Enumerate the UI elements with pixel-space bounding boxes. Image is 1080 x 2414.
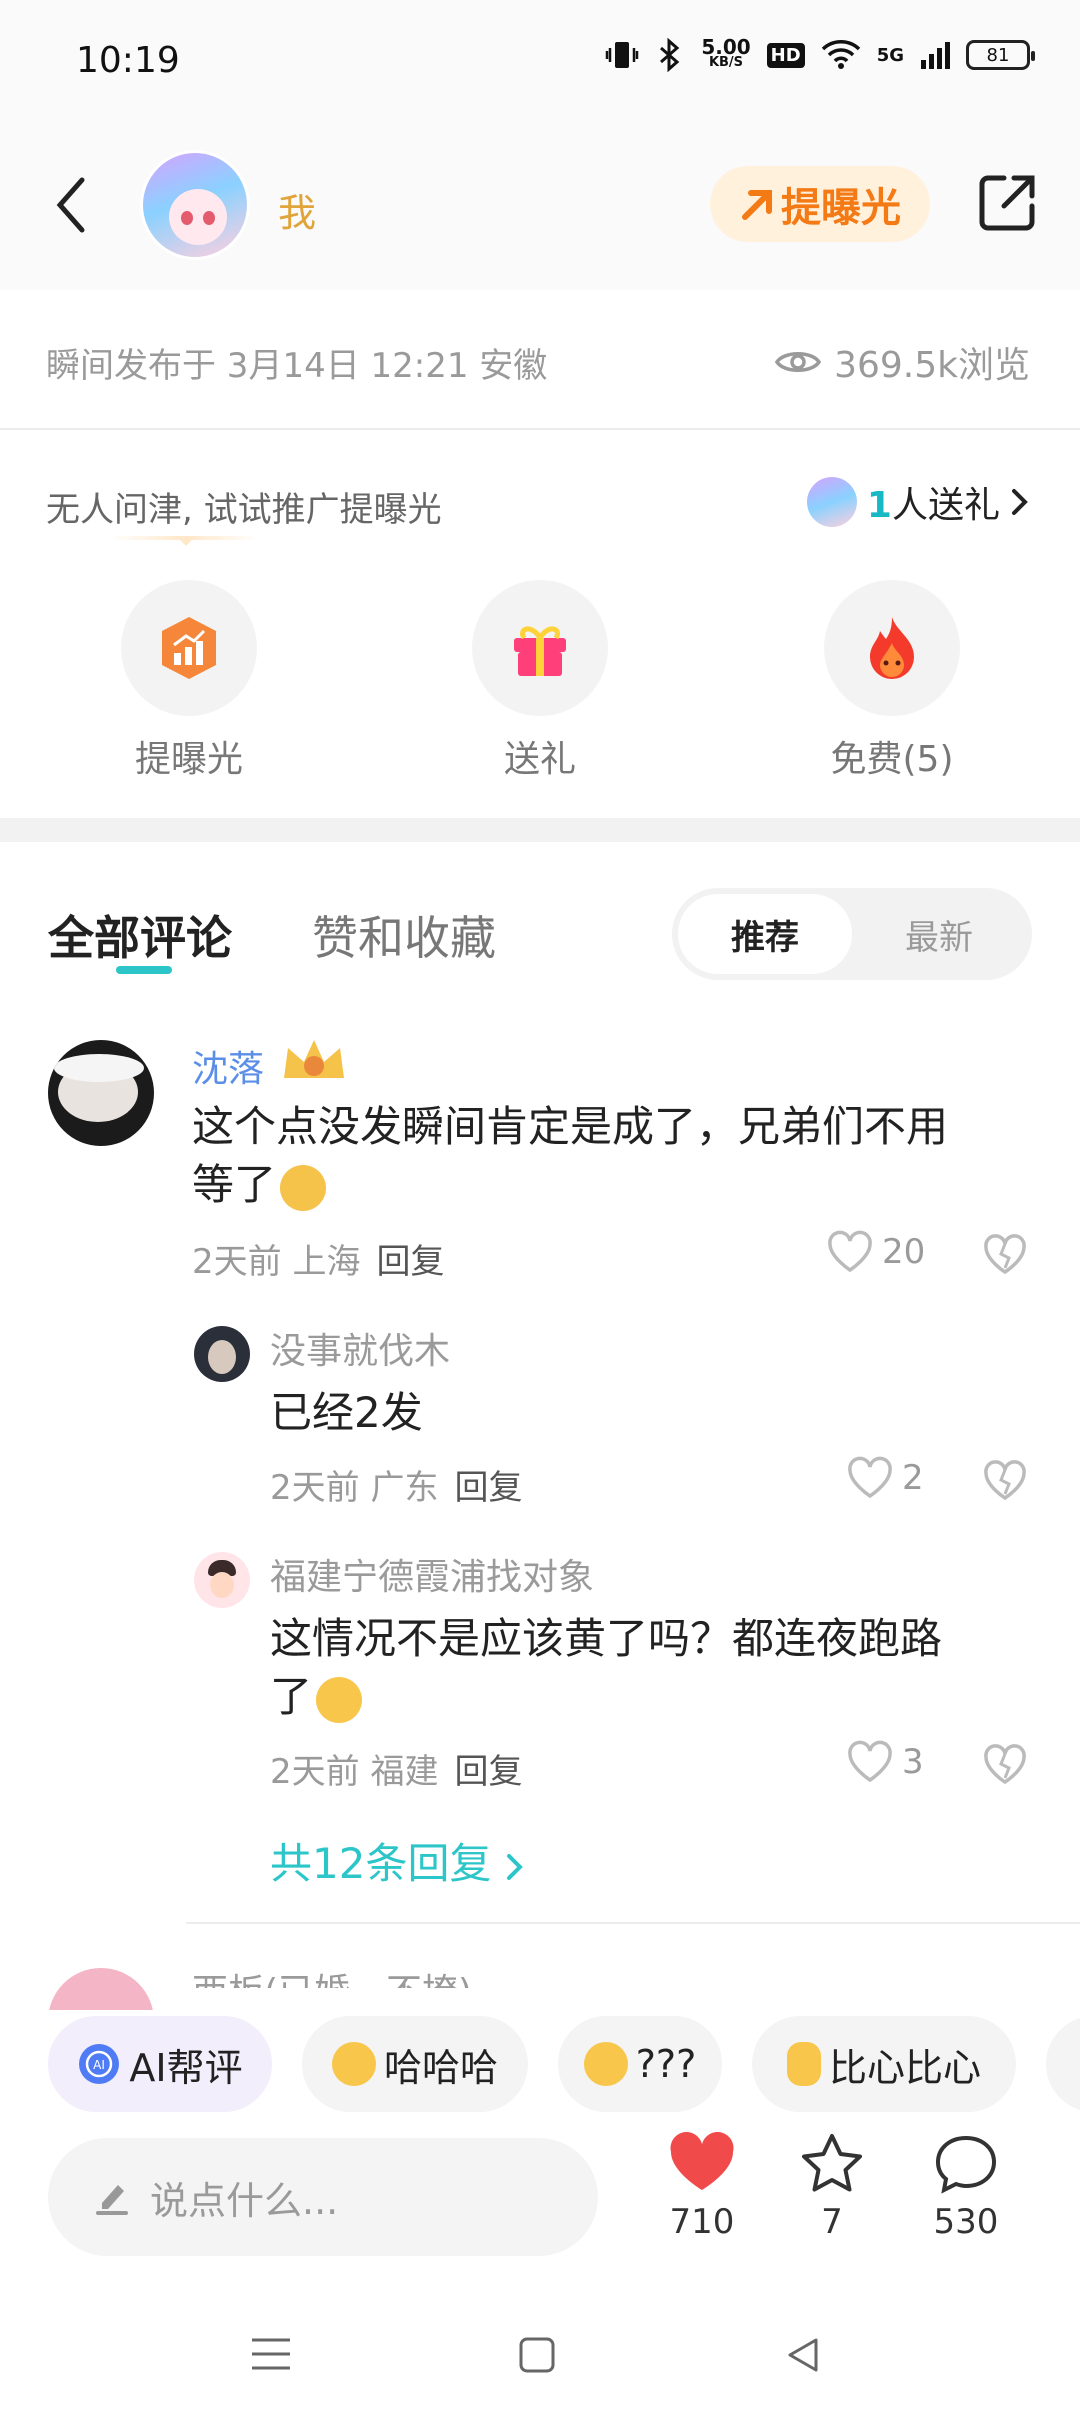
tab-all-comments[interactable]: 全部评论 [48,902,232,968]
bluetooth-icon [660,38,680,72]
signal-icon [921,42,950,69]
comment-divider [186,1922,1080,1924]
promo-hint: 无人问津, 试试推广提曝光 [46,490,442,530]
comment-text: 这个点没发瞬间肯定是成了，兄弟们不用 等了 [192,1102,949,1211]
like-button[interactable]: 20 [826,1230,925,1274]
finger-heart-emoji-icon [786,2042,821,2086]
heart-outline-icon [848,1456,892,1499]
shy-emoji-icon [316,1676,363,1723]
view-all-replies[interactable]: 共12条回复 [270,1830,525,1891]
action-boost[interactable]: 提曝光 [119,580,259,782]
status-time: 10:19 [76,40,180,81]
next-comment-name[interactable]: 西板(已婚，不撩) [192,1968,472,1988]
reaction-chip-haha[interactable]: 哈哈哈 [302,2016,528,2112]
ai-icon: AI [79,2044,120,2084]
share-icon[interactable] [974,170,1040,236]
reaction-chip-more[interactable] [1046,2016,1080,2112]
reply-text: 已经2发 [270,1388,423,1437]
wifi-icon [821,40,860,69]
arrow-up-right-icon [742,190,772,220]
tab-likes-favorites[interactable]: 赞和收藏 [312,902,496,968]
star-outline-icon [802,2134,862,2192]
system-nav-bar [0,2290,1080,2414]
confused-emoji-icon [583,2042,628,2086]
eye-icon [775,352,822,372]
view-count: 369.5k浏览 [774,336,1030,388]
back-icon[interactable] [784,2336,822,2374]
signal-label: 5G [876,44,904,66]
replier-avatar[interactable] [194,1326,250,1382]
sort-toggle: 推荐 最新 [672,888,1032,980]
action-gift[interactable]: 送礼 [470,580,610,782]
author-avatar[interactable] [140,150,250,260]
chevron-right-icon [506,1853,523,1880]
favorite-stat[interactable]: 7 [782,2132,882,2242]
commenter-name[interactable]: 沈落 [192,1040,264,1092]
comment-stat[interactable]: 530 [916,2132,1016,2242]
pencil-icon [96,2185,128,2215]
boost-chart-icon [162,617,216,679]
gift-icon [514,626,566,676]
like-button[interactable]: 2 [846,1456,924,1500]
heart-outline-icon [848,1740,892,1783]
tab-indicator [116,966,172,974]
reply-button[interactable]: 回复 [376,1242,444,1282]
reply-text: 这情况不是应该黄了吗？都连夜跑路 了 [270,1614,943,1723]
boost-button[interactable]: 提曝光 [710,166,930,242]
heart-outline-icon [828,1230,872,1273]
broken-heart-icon[interactable] [982,1742,1028,1788]
commenter-avatar[interactable] [48,1040,154,1146]
action-free[interactable]: 免费(5) [822,580,962,782]
publish-info: 瞬间发布于 3月14日 12:21 安徽 [46,346,548,386]
status-bar: 10:19 5.00 KB/S HD 5G 81 [0,0,1080,120]
ai-comment-chip[interactable]: AI AI帮评 [48,2016,272,2112]
net-speed: 5.00 KB/S [701,35,751,70]
reply-meta: 2天前 福建 回复 [270,1752,523,1792]
flame-icon [870,617,914,679]
svg-text:AI: AI [94,2058,106,2072]
gift-summary[interactable]: 1人送礼 [806,476,1030,528]
reaction-chip-heart-hands[interactable]: 比心比心 [752,2016,1016,2112]
battery-icon: 81 [966,40,1035,70]
author-name[interactable]: 我 [278,182,316,237]
reply-button[interactable]: 回复 [454,1752,522,1792]
comment-input[interactable]: 说点什么... [48,2138,598,2256]
hd-badge: HD [766,42,805,68]
replier-avatar[interactable] [194,1552,250,1608]
section-divider [0,818,1080,842]
replier-name[interactable]: 福建宁德霞浦找对象 [270,1548,594,1600]
comment-tabs: 全部评论 赞和收藏 推荐 最新 [0,842,1080,1002]
gift-avatar [806,477,857,527]
reply-meta: 2天前 广东 回复 [270,1468,523,1508]
broken-heart-icon[interactable] [982,1232,1028,1278]
chevron-right-icon [1012,489,1028,515]
reply-button[interactable]: 回复 [454,1468,522,1508]
home-icon[interactable] [518,2336,556,2374]
crown-badge-icon [284,1040,344,1078]
vibrate-icon [606,42,639,68]
post-header: 我 提曝光 [0,120,1080,290]
heart-filled-icon [670,2132,734,2190]
sort-latest[interactable]: 最新 [852,894,1026,974]
promo-section: 无人问津, 试试推广提曝光 1人送礼 提曝光 送礼 免费(5) [0,432,1080,817]
like-button[interactable]: 3 [846,1740,924,1784]
sort-recommended[interactable]: 推荐 [678,894,852,974]
comment-meta: 2天前 上海 回复 [192,1242,445,1282]
quick-reactions: AI AI帮评 哈哈哈 ??? 比心比心 [0,2010,1080,2120]
replier-name[interactable]: 没事就伐木 [270,1322,450,1374]
like-stat[interactable]: 710 [652,2132,752,2242]
reaction-chip-question[interactable]: ??? [558,2016,722,2112]
post-meta: 瞬间发布于 3月14日 12:21 安徽 369.5k浏览 [0,290,1080,430]
menu-icon[interactable] [250,2336,292,2372]
back-arrow-icon[interactable] [48,172,96,238]
dog-emoji-icon [280,1164,327,1211]
comment-bubble-icon [935,2135,997,2194]
broken-heart-icon[interactable] [982,1458,1028,1504]
laughing-emoji-icon [331,2042,376,2086]
